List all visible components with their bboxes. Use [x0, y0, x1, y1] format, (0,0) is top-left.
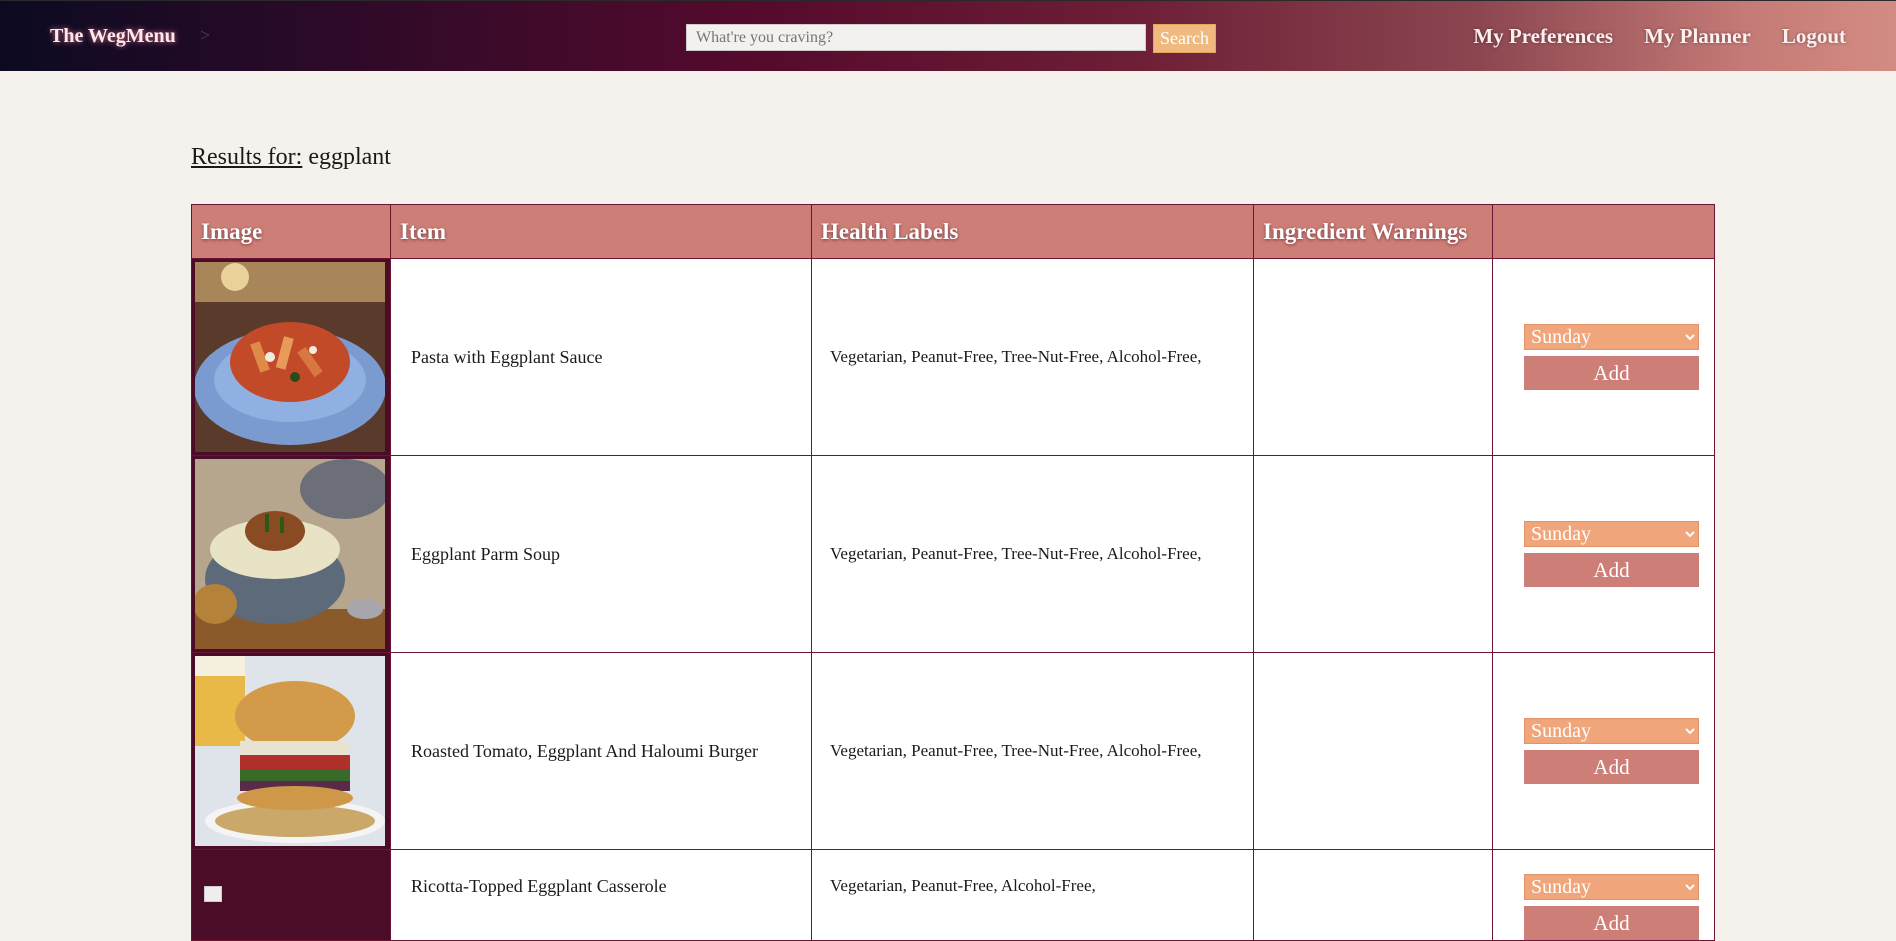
item-name[interactable]: Ricotta-Topped Eggplant Casserole: [390, 849, 812, 941]
item-name[interactable]: Eggplant Parm Soup: [390, 455, 812, 653]
table-row: Ricotta-Topped Eggplant Casserole Vegeta…: [191, 849, 1715, 941]
nav-links: My Preferences My Planner Logout: [1446, 24, 1846, 49]
day-select[interactable]: Sunday: [1524, 521, 1699, 547]
results-query: eggplant: [308, 144, 391, 170]
search-input[interactable]: [686, 24, 1146, 51]
broken-image-icon: [204, 886, 222, 902]
soup-dish-image: [195, 459, 385, 649]
health-labels: Vegetarian, Peanut-Free, Alcohol-Free,: [811, 849, 1254, 941]
ingredient-warnings: [1253, 652, 1493, 850]
action-cell: Sunday Add: [1492, 652, 1715, 850]
nav-logout[interactable]: Logout: [1782, 24, 1846, 48]
day-select[interactable]: Sunday: [1524, 874, 1699, 900]
health-labels: Vegetarian, Peanut-Free, Tree-Nut-Free, …: [811, 258, 1254, 456]
header-actions: [1492, 204, 1715, 259]
health-labels: Vegetarian, Peanut-Free, Tree-Nut-Free, …: [811, 455, 1254, 653]
breadcrumb-separator: >: [200, 25, 211, 45]
table-row: Eggplant Parm Soup Vegetarian, Peanut-Fr…: [191, 455, 1715, 653]
pasta-dish-image: [195, 262, 385, 452]
search-button[interactable]: Search: [1153, 24, 1216, 53]
header-health-labels: Health Labels: [811, 204, 1254, 259]
health-labels: Vegetarian, Peanut-Free, Tree-Nut-Free, …: [811, 652, 1254, 850]
brand-logo[interactable]: The WegMenu: [50, 25, 176, 48]
results-label: Results for:: [191, 144, 303, 170]
search-form: Search: [686, 24, 1216, 53]
item-name[interactable]: Pasta with Eggplant Sauce: [390, 258, 812, 456]
header-ingredient-warnings: Ingredient Warnings: [1253, 204, 1493, 259]
ingredient-warnings: [1253, 258, 1493, 456]
results-table: Image Item Health Labels Ingredient Warn…: [191, 204, 1715, 941]
results-heading: Results for: eggplant: [191, 144, 391, 171]
add-button[interactable]: Add: [1524, 906, 1699, 940]
add-button[interactable]: Add: [1524, 553, 1699, 587]
table-row: Pasta with Eggplant Sauce Vegetarian, Pe…: [191, 258, 1715, 456]
table-header-row: Image Item Health Labels Ingredient Warn…: [191, 204, 1715, 259]
nav-my-preferences[interactable]: My Preferences: [1473, 24, 1613, 48]
nav-my-planner[interactable]: My Planner: [1644, 24, 1751, 48]
header-image: Image: [191, 204, 391, 259]
item-name[interactable]: Roasted Tomato, Eggplant And Haloumi Bur…: [390, 652, 812, 850]
action-cell: Sunday Add: [1492, 455, 1715, 653]
action-cell: Sunday Add: [1492, 258, 1715, 456]
day-select[interactable]: Sunday: [1524, 718, 1699, 744]
add-button[interactable]: Add: [1524, 750, 1699, 784]
ingredient-warnings: [1253, 849, 1493, 941]
add-button[interactable]: Add: [1524, 356, 1699, 390]
image-cell: [191, 258, 391, 456]
action-cell: Sunday Add: [1492, 849, 1715, 941]
image-cell: [191, 455, 391, 653]
header-item: Item: [390, 204, 812, 259]
top-navbar: The WegMenu > Search My Preferences My P…: [0, 0, 1896, 71]
day-select[interactable]: Sunday: [1524, 324, 1699, 350]
image-cell: [191, 652, 391, 850]
table-row: Roasted Tomato, Eggplant And Haloumi Bur…: [191, 652, 1715, 850]
burger-dish-image: [195, 656, 385, 846]
ingredient-warnings: [1253, 455, 1493, 653]
image-cell: [191, 849, 391, 941]
